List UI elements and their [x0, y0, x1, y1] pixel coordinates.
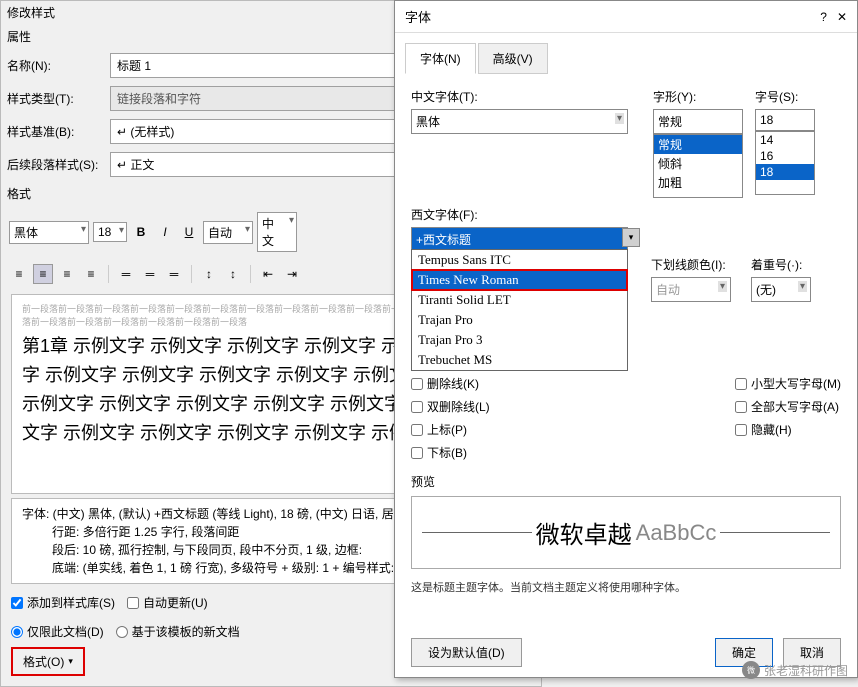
cn-font-label: 中文字体(T): [411, 88, 641, 105]
align-right-button[interactable]: ≡ [57, 264, 77, 284]
template-based-radio[interactable]: 基于该模板的新文档 [116, 623, 240, 640]
cn-font-select[interactable]: 黑体 [411, 109, 628, 134]
tab-advanced[interactable]: 高级(V) [478, 43, 548, 74]
align-justify-button[interactable]: ≡ [81, 264, 101, 284]
font-dialog-title: 字体 [405, 7, 431, 26]
list-item[interactable]: 加粗 [654, 173, 742, 192]
list-item[interactable]: Trebuchet MS [412, 350, 627, 370]
indent-dec-button[interactable]: ⇤ [258, 264, 278, 284]
watermark: 微 张老湿科研作图 [742, 661, 848, 679]
underline-button[interactable]: U [179, 222, 199, 242]
list-item[interactable]: 16 [756, 148, 814, 164]
preview-line [422, 532, 532, 533]
italic-button[interactable]: I [155, 222, 175, 242]
size-input[interactable]: 18 [755, 109, 815, 131]
style-label: 字形(Y): [653, 88, 743, 105]
auto-update-checkbox[interactable]: 自动更新(U) [127, 594, 208, 611]
lang-dropdown[interactable]: 中文 [257, 212, 297, 252]
list-item[interactable]: Tempus Sans ITC [412, 250, 627, 270]
style-input[interactable]: 常规 [653, 109, 743, 134]
tab-font[interactable]: 字体(N) [405, 43, 476, 74]
list-item[interactable]: Trajan Pro 3 [412, 330, 627, 350]
en-font-dropdown-list: Tempus Sans ITC Times New Roman Tiranti … [411, 249, 628, 371]
name-label: 名称(N): [7, 57, 102, 74]
preview-text-en: AaBbCc [636, 520, 717, 546]
double-strike-checkbox[interactable]: 双删除线(L) [411, 398, 490, 415]
font-preview: 微软卓越 AaBbCc [411, 496, 841, 569]
help-icon[interactable]: ? [820, 10, 827, 24]
follow-label: 后续段落样式(S): [7, 156, 102, 173]
list-item[interactable]: 常规 [654, 135, 742, 154]
hidden-checkbox[interactable]: 隐藏(H) [735, 421, 841, 438]
list-item[interactable]: 倾斜 [654, 154, 742, 173]
only-this-doc-radio[interactable]: 仅限此文档(D) [11, 623, 104, 640]
font-name-dropdown[interactable]: 黑体 [9, 221, 89, 244]
wechat-icon: 微 [742, 661, 760, 679]
preview-label: 预览 [411, 473, 841, 490]
format-button[interactable]: 格式(O) [11, 647, 85, 676]
para-space-inc-button[interactable]: ↕ [199, 264, 219, 284]
underline-color-select[interactable]: 自动 [651, 277, 731, 302]
set-default-button[interactable]: 设为默认值(D) [411, 638, 522, 667]
chevron-down-icon[interactable]: ▾ [622, 228, 640, 247]
size-listbox[interactable]: 14 16 18 [755, 131, 815, 195]
font-description: 这是标题主题字体。当前文档主题定义将使用哪种字体。 [411, 579, 841, 595]
type-label: 样式类型(T): [7, 90, 102, 107]
en-font-combo[interactable]: +西文标题 ▾ Tempus Sans ITC Times New Roman … [411, 227, 641, 252]
close-icon[interactable]: ✕ [837, 10, 847, 24]
align-center-button[interactable]: ≡ [33, 264, 53, 284]
list-item[interactable]: Tiranti Solid LET [412, 290, 627, 310]
list-item[interactable]: 18 [756, 164, 814, 180]
para-space-dec-button[interactable]: ↕ [223, 264, 243, 284]
add-to-library-checkbox[interactable]: 添加到样式库(S) [11, 594, 115, 611]
auto-color-dropdown[interactable]: 自动 [203, 221, 253, 244]
small-caps-checkbox[interactable]: 小型大写字母(M) [735, 375, 841, 392]
underline-color-label: 下划线颜色(I): [651, 256, 731, 273]
preview-line [720, 532, 830, 533]
list-item[interactable]: 14 [756, 132, 814, 148]
superscript-checkbox[interactable]: 上标(P) [411, 421, 490, 438]
bold-button[interactable]: B [131, 222, 151, 242]
line-spacing-2-button[interactable]: ═ [140, 264, 160, 284]
accent-label: 着重号(·): [751, 256, 811, 273]
align-left-button[interactable]: ≡ [9, 264, 29, 284]
subscript-checkbox[interactable]: 下标(B) [411, 444, 490, 461]
all-caps-checkbox[interactable]: 全部大写字母(A) [735, 398, 841, 415]
list-item[interactable]: Times New Roman [412, 270, 627, 290]
toolbar-divider [108, 265, 109, 283]
font-dialog-titlebar: 字体 ? ✕ [395, 1, 857, 33]
line-spacing-3-button[interactable]: ═ [164, 264, 184, 284]
watermark-text: 张老湿科研作图 [764, 662, 848, 679]
toolbar-divider [250, 265, 251, 283]
base-label: 样式基准(B): [7, 123, 102, 140]
indent-inc-button[interactable]: ⇥ [282, 264, 302, 284]
accent-select[interactable]: (无) [751, 277, 811, 302]
size-label: 字号(S): [755, 88, 815, 105]
list-item[interactable]: Trajan Pro [412, 310, 627, 330]
line-spacing-1-button[interactable]: ═ [116, 264, 136, 284]
preview-text-cn: 微软卓越 [536, 515, 632, 550]
font-size-dropdown[interactable]: 18 [93, 222, 127, 242]
style-listbox[interactable]: 常规 倾斜 加粗 [653, 134, 743, 198]
strikethrough-checkbox[interactable]: 删除线(K) [411, 375, 490, 392]
en-font-label: 西文字体(F): [411, 206, 641, 223]
toolbar-divider [191, 265, 192, 283]
font-dialog: 字体 ? ✕ 字体(N) 高级(V) 中文字体(T): 黑体 字形(Y): 常规… [394, 0, 858, 678]
